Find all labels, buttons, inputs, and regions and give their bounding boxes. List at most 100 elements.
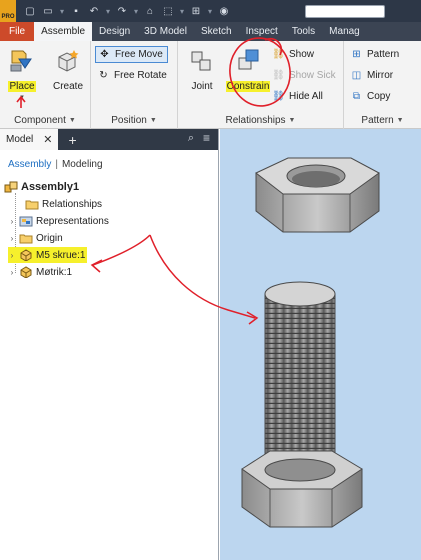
free-rotate-button[interactable]: ↻ Free Rotate [97,67,167,84]
free-move-button[interactable]: ✥ Free Move [95,46,168,63]
pattern-panel-title: Pattern [361,115,394,126]
tab-3d-model[interactable]: 3D Model [137,22,194,41]
save-icon[interactable]: ▪ [68,4,84,18]
chevron-down-icon: ▼ [68,117,76,124]
show-sick-button[interactable]: ⛓ Show Sick [272,67,336,84]
redo-dropdown-icon[interactable]: ▾ [132,4,140,18]
new-icon[interactable]: ▢ [22,4,38,18]
hide-all-icon: ⛓ [272,91,285,102]
tab-assemble[interactable]: Assemble [34,22,93,41]
pattern-panel-label[interactable]: Pattern ▼ [344,112,421,129]
dropdown-chevron-icon[interactable]: ▾ [58,4,66,18]
place-button[interactable]: Place ▾ [2,47,42,107]
tree-item-m5-screw[interactable]: › M5 skrue:1 [8,247,88,263]
modeling-mode-link[interactable]: Modeling [62,159,103,170]
component-panel: Place ▾ Create Component ▼ [0,41,91,129]
create-button[interactable]: Create [48,47,88,107]
open-icon[interactable]: ▭ [40,4,56,18]
redo-icon[interactable]: ↷ [114,4,130,18]
place-dropdown-icon[interactable]: ▾ [20,93,24,101]
tree-root-assembly[interactable]: Assembly1 [4,179,79,195]
pattern-panel: ⊞ Pattern ◫ Mirror ⧉ Copy Pattern ▼ [344,41,421,129]
tab-tools[interactable]: Tools [285,22,322,41]
title-bar: PRO ▢ ▭ ▾ ▪ ↶ ▾ ↷ ▾ ⌂ ⬚ ▾ ⊞ ▾ ◉ [0,0,421,22]
place-icon [7,47,37,75]
browser-mode-switch: Assembly | Modeling [8,159,103,170]
free-move-icon: ✥ [100,49,109,60]
tab-file[interactable]: File [0,22,35,41]
select-dropdown-icon[interactable]: ▾ [178,4,186,18]
copy-label: Copy [367,91,391,102]
component-panel-title: Component [14,115,66,126]
tree-root-label: Assembly1 [21,181,80,193]
inventor-window: PRO ▢ ▭ ▾ ▪ ↶ ▾ ↷ ▾ ⌂ ⬚ ▾ ⊞ ▾ ◉ File Ass… [0,0,421,560]
tree-item-label: Origin [36,232,63,244]
ribbon: Place ▾ Create Component ▼ ✥ Free Move ↻… [0,41,421,129]
mirror-icon: ◫ [351,70,362,81]
quick-access-toolbar: ▢ ▭ ▾ ▪ ↶ ▾ ↷ ▾ ⌂ ⬚ ▾ ⊞ ▾ ◉ [22,3,232,19]
constrain-icon [233,47,263,75]
constrain-button[interactable]: Constrain [225,47,271,107]
pattern-label: Pattern [367,49,400,60]
chevron-right-icon[interactable]: › [8,217,16,226]
nut-model[interactable] [255,157,380,233]
hide-all-button[interactable]: ⛓ Hide All [272,88,323,105]
bolt-model[interactable] [241,281,363,528]
app-logo[interactable]: PRO [0,0,16,22]
relationships-panel-title: Relationships [225,115,286,126]
menu-icon[interactable]: ≡ [203,131,210,145]
assembly-mode-link[interactable]: Assembly [8,159,51,170]
close-icon[interactable]: ✕ [43,133,52,146]
free-rotate-label: Free Rotate [114,70,167,81]
app-logo-text: PRO [1,14,15,20]
measure-icon[interactable]: ⊞ [188,4,204,18]
tree-item-relationships[interactable]: Relationships [14,196,102,212]
graphics-viewport[interactable] [220,129,421,560]
folder-icon [19,232,33,244]
chevron-right-icon[interactable]: › [8,234,16,243]
constrain-label: Constrain [225,81,271,92]
select-icon[interactable]: ⬚ [160,4,176,18]
part-icon [19,266,33,278]
mirror-button[interactable]: ◫ Mirror [350,67,393,84]
relationships-panel-label[interactable]: Relationships ▼ [178,112,343,129]
free-rotate-icon: ↻ [99,70,108,81]
search-icon[interactable]: ⌕ [188,132,194,145]
tab-design[interactable]: Design [92,22,137,41]
tree-item-origin[interactable]: › Origin [8,230,63,246]
chevron-right-icon[interactable]: › [8,268,16,277]
joint-button[interactable]: Joint [182,47,222,107]
add-browser-tab-icon[interactable]: + [68,132,76,148]
tab-model[interactable]: Model ✕ [0,129,59,150]
pattern-button[interactable]: ⊞ Pattern [350,46,399,63]
chevron-down-icon: ▼ [288,117,296,124]
folder-icon [25,198,39,210]
create-label: Create [52,81,83,92]
joint-label: Joint [191,81,213,92]
pattern-icon: ⊞ [352,49,361,60]
home-icon[interactable]: ⌂ [142,4,158,18]
chevron-right-icon[interactable]: › [8,251,16,260]
tree-item-label: M5 skrue:1 [36,249,86,261]
model-tab-label: Model [6,134,34,145]
component-panel-label[interactable]: Component ▼ [0,112,90,129]
position-panel: ✥ Free Move ↻ Free Rotate Position ▼ [91,41,178,129]
tab-sketch[interactable]: Sketch [194,22,239,41]
copy-button[interactable]: ⧉ Copy [350,88,390,105]
model-browser: Model ✕ + ⌕ ≡ Assembly | Modeling Assemb… [0,129,219,560]
material-icon[interactable]: ◉ [216,4,232,18]
hide-all-label: Hide All [289,91,323,102]
tree-item-nut[interactable]: › Møtrik:1 [8,264,72,280]
undo-dropdown-icon[interactable]: ▾ [104,4,112,18]
create-icon [53,47,83,75]
position-panel-label[interactable]: Position ▼ [91,112,177,129]
assembly-icon [4,181,18,193]
tab-inspect[interactable]: Inspect [239,22,285,41]
undo-icon[interactable]: ↶ [86,4,102,18]
tab-manage[interactable]: Manag [322,22,367,41]
tree-item-label: Relationships [42,198,103,210]
material-search-input[interactable] [305,5,385,18]
measure-dropdown-icon[interactable]: ▾ [206,4,214,18]
show-button[interactable]: ⛓ Show [272,46,314,63]
tree-item-representations[interactable]: › Representations [8,213,109,229]
